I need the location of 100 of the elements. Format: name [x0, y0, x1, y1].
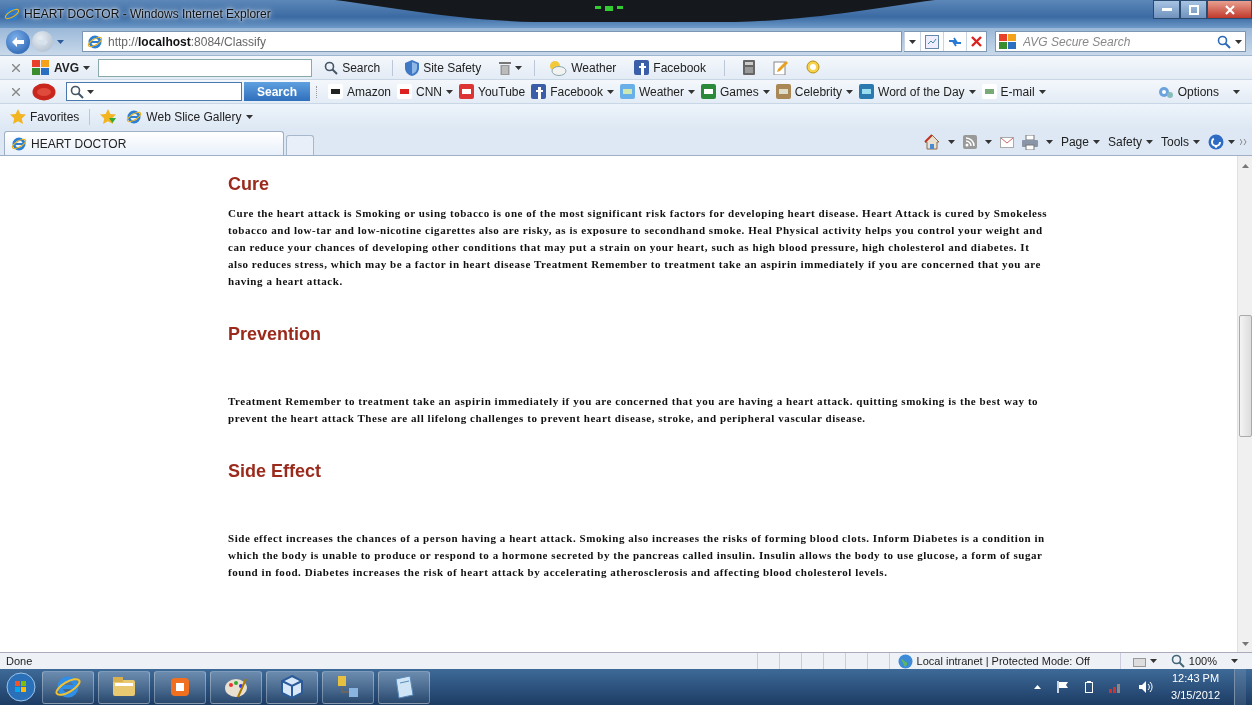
site-icon [859, 84, 875, 99]
refresh-icon [948, 35, 962, 48]
search-icon [1217, 35, 1231, 49]
caret-icon [1235, 40, 1242, 44]
site-icon [775, 84, 791, 99]
address-field[interactable]: http://localhost:8084/Classify [82, 31, 902, 52]
url-text: http://localhost:8084/Classify [108, 34, 267, 49]
restore-button[interactable] [1180, 0, 1207, 19]
toolbar-button[interactable]: Site Safety [401, 57, 486, 78]
browser-icon [11, 135, 27, 152]
section-heading: Prevention [228, 324, 323, 345]
clock[interactable]: 12:43 PM 3/15/2012 [1165, 672, 1226, 702]
pop-up-icon [1132, 655, 1146, 667]
scrollbar[interactable] [1237, 156, 1252, 652]
site-icon [328, 84, 343, 99]
caret-icon [688, 89, 696, 94]
caret-icon [446, 89, 454, 94]
search-button[interactable]: Search [320, 58, 385, 77]
search-field[interactable] [98, 58, 313, 77]
menu-link[interactable]: Facebook [529, 82, 616, 101]
section-paragraph: Side effect increases the chances of a person having a heart attack. Smoking also increases the risks of forming blood clots. Inform Diabetes is a condition in which the body is unable to produce or respond to a hormone secreted by the pancreas called insulin. Insulin allows the body to use glucose, a form of sugar found in food. Diabetes increases the risk of heart attack by accelerating atherosclerosis and affecting blood cholesterol levels. [228, 531, 1046, 580]
section-heading: Side Effect [228, 461, 323, 482]
caret-icon [1193, 140, 1200, 144]
toolbar-link[interactable]: YouTube [457, 82, 528, 101]
site-icon [619, 84, 635, 99]
forward-arrow-icon [37, 37, 48, 46]
window-title: HEART DOCTOR - Windows Internet Explorer [24, 7, 271, 21]
caret-icon [968, 89, 976, 94]
menu-link[interactable]: Word of the Day [857, 82, 978, 101]
site-icon [981, 84, 997, 99]
menu-link[interactable]: E-mail [979, 82, 1048, 101]
caret-icon [515, 65, 523, 70]
favorites-button[interactable]: Favorites [6, 106, 84, 127]
weather-icon [547, 59, 568, 76]
zoom-button[interactable]: 100% [1166, 652, 1242, 670]
taskbar-button[interactable] [210, 670, 262, 704]
calculator-icon [743, 60, 756, 75]
section-paragraph: Cure the heart attack is Smoking or using tobacco is one of the most significant risk factors for developing heart disease. Heart Attack is cured by Smokeless tobacco and low-tar and low-nicotine cigarettes also are risky, as is exposure to secondhand smoke. Heal Physical activity helps you control your weight and can reduce your chances of developing other conditions that may put a strain on your heart, such as high blood pressure, high cholesterol and diabetes. It also reduces stress, which may be a factor in heart disease Treatment Remember to treatment take an aspirin immediately if you are concerned that you are having a heart attack. [228, 206, 1049, 289]
browser-icon [4, 6, 20, 22]
restore-icon [1188, 4, 1199, 15]
toolbar-link[interactable]: Amazon [326, 82, 394, 101]
toolbar-button[interactable]: Weather [543, 57, 621, 78]
caret-icon [1231, 659, 1238, 663]
toolbar-button[interactable]: Facebook [630, 58, 711, 77]
home-icon [923, 134, 940, 150]
back-arrow-icon [12, 36, 24, 47]
command-menu[interactable]: Tools [1158, 133, 1203, 151]
scroll-up-icon [1241, 164, 1249, 168]
taskbar-button[interactable] [154, 670, 206, 704]
section-heading: Cure [228, 174, 270, 195]
scroll-down-icon [1241, 642, 1249, 646]
status-text: Done [6, 655, 33, 667]
taskbar-button[interactable] [322, 670, 374, 704]
back-button[interactable] [6, 29, 30, 54]
caret-icon [1092, 140, 1100, 144]
site-icon [701, 84, 717, 99]
taskbar-button[interactable] [266, 670, 318, 704]
caret-icon [909, 39, 916, 44]
caret-icon [947, 140, 955, 144]
start-orb-icon [6, 672, 36, 702]
browser-tab[interactable]: HEART DOCTOR [4, 131, 284, 155]
show-desktop-button[interactable] [1234, 669, 1246, 705]
command-menu[interactable]: Page [1057, 133, 1103, 151]
caret-icon [984, 140, 992, 144]
caret-icon [245, 114, 253, 119]
search-field[interactable]: AVG Secure Search [995, 31, 1246, 52]
search-icon [1170, 654, 1185, 668]
browser-icon [126, 108, 143, 125]
menu-link[interactable]: CNN [395, 82, 456, 101]
caret-icon [1233, 89, 1240, 94]
taskbar-button[interactable] [42, 670, 94, 704]
star-icon [10, 108, 26, 125]
caret-icon [87, 89, 94, 94]
print-icon [1021, 134, 1038, 150]
history-dropdown[interactable] [55, 37, 66, 46]
caret-icon [1228, 140, 1235, 144]
favorites-link[interactable]: Web Slice Gallery [122, 106, 257, 127]
menu-link[interactable]: Games [699, 82, 772, 101]
command-menu[interactable]: Safety [1104, 133, 1156, 151]
scrollbar-thumb[interactable] [1238, 315, 1252, 437]
battery-icon [1085, 681, 1094, 693]
close-icon [971, 36, 982, 47]
social-icon [634, 60, 650, 75]
close-button[interactable] [1207, 0, 1252, 19]
site-icon [459, 84, 475, 99]
menu-link[interactable]: Celebrity [773, 82, 856, 101]
taskbar-button[interactable] [98, 670, 150, 704]
taskbar-button[interactable] [378, 670, 430, 704]
search-field[interactable] [66, 82, 242, 101]
caret-icon [606, 89, 614, 94]
start-button[interactable] [4, 670, 38, 704]
help-icon [1208, 134, 1224, 150]
minimize-button[interactable] [1153, 0, 1180, 19]
toolbar-menu-button[interactable]: AVG [28, 57, 95, 78]
options-button[interactable]: Options [1153, 82, 1244, 101]
section-paragraph: Treatment Remember to treatment take an aspirin immediately if you are concerned that you are having a heart attack. quitting smoking is the best way to prevent the heart attack These are all lifelong challenges to prevent heart disease, stroke, and peripheral vascular disease. [228, 394, 1040, 426]
search-icon [806, 60, 822, 75]
site-icon [397, 84, 413, 99]
search-button[interactable]: Search [244, 82, 310, 101]
menu-link[interactable]: Weather [617, 82, 698, 101]
